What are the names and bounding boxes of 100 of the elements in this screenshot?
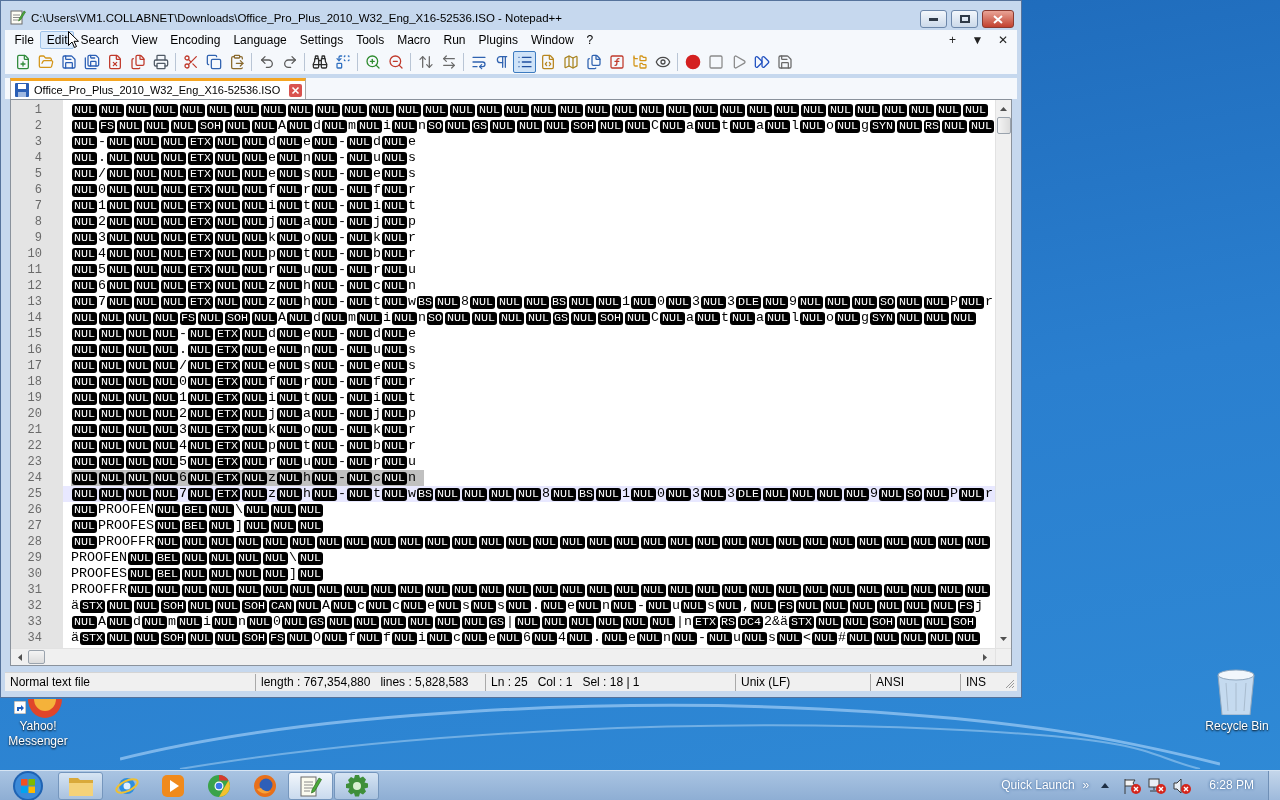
scroll-down-icon[interactable]	[1000, 637, 1007, 641]
code-line: NUL NUL NUL NUL 7 NUL ETX NUL z NUL h NUL - NUL t NUL w BS NUL NUL NUL NUL 8 NUL BS NUL 1 NUL 0 NUL 3 NUL 3 DLE NUL NUL NUL NUL 9 NUL SO NUL P NUL r	[71, 486, 993, 502]
line-number: 28	[27, 534, 42, 550]
menu-bar-button[interactable]: +	[944, 31, 961, 48]
line-number: 18	[27, 374, 42, 390]
line-number: 13	[27, 294, 42, 310]
function-icon	[608, 53, 625, 70]
code-line: PROOFEN NUL BEL NUL NUL NUL NUL \ NUL	[71, 550, 324, 566]
status-text: Normal text file	[10, 674, 91, 690]
close-button[interactable]	[982, 10, 1014, 28]
save-icon	[15, 83, 29, 97]
line-number: 15	[27, 326, 42, 342]
globe-icon	[253, 774, 276, 797]
line-number: 17	[27, 358, 42, 374]
scroll-left-icon[interactable]	[18, 653, 22, 661]
menu-item[interactable]: Macro	[390, 30, 437, 49]
line-number: 2	[34, 118, 42, 134]
menu-item[interactable]: Language	[226, 30, 294, 49]
folder-icon	[37, 53, 54, 70]
desktop-icon-label[interactable]: Recycle Bin	[1198, 719, 1276, 734]
line-number: 12	[27, 278, 42, 294]
code-line: NUL / NUL NUL NUL ETX NUL NUL e NUL s NUL - NUL e NUL s	[71, 166, 416, 182]
speaker-muted-icon[interactable]	[1173, 777, 1192, 794]
line-number: 34	[27, 630, 42, 646]
code-line: NUL . NUL NUL NUL ETX NUL NUL e NUL n NUL - NUL u NUL s	[71, 150, 416, 166]
fast-forward-icon	[753, 53, 770, 70]
menu-item[interactable]: ?	[580, 30, 600, 49]
code-line: NUL NUL NUL NUL / NUL ETX NUL e NUL s NUL - NUL e NUL s	[71, 358, 416, 374]
close-icon[interactable]	[289, 83, 303, 97]
code-line: NUL 4 NUL NUL NUL ETX NUL NUL p NUL t NUL - NUL b NUL r	[71, 246, 416, 262]
menu-item[interactable]: Plugins	[472, 30, 525, 49]
scrollbar-corner	[995, 648, 1011, 665]
menu-item[interactable]: Settings	[293, 30, 350, 49]
show-desktop-button[interactable]	[1268, 770, 1280, 800]
toolbar-button[interactable]	[513, 50, 536, 73]
code-line: NUL NUL NUL NUL NUL NUL NUL NUL NUL NUL NUL NUL NUL NUL NUL NUL NUL NUL NUL NUL NUL NUL NUL NUL NUL NUL NUL NUL NUL NUL NUL NUL NUL NUL	[71, 102, 989, 118]
status-text: ANSI	[876, 674, 904, 690]
show-hidden-icons-icon[interactable]	[1101, 783, 1110, 788]
line-number: 16	[27, 342, 42, 358]
maximize-button[interactable]	[951, 10, 978, 28]
resize-grip-icon[interactable]	[1005, 679, 1015, 689]
code-line: NUL 1 NUL NUL NUL ETX NUL NUL i NUL t NUL - NUL i NUL t	[71, 198, 416, 214]
line-number: 31	[27, 582, 42, 598]
code-line: NUL 6 NUL NUL NUL ETX NUL NUL z NUL h NUL - NUL c NUL n	[71, 278, 416, 294]
minimize-button[interactable]	[920, 10, 947, 28]
line-number: 6	[34, 182, 42, 198]
start-button[interactable]	[10, 770, 46, 800]
save-all-icon	[83, 53, 100, 70]
taskbar-button[interactable]	[334, 771, 379, 800]
notepad-icon	[299, 774, 322, 797]
code-line: NUL PROOFFR NUL NUL NUL NUL NUL NUL NUL NUL NUL NUL NUL NUL NUL NUL NUL NUL NUL NUL NUL NUL NUL NUL NUL NUL NUL NUL NUL NUL NUL NUL NUL	[71, 534, 991, 550]
folder-tree-icon	[631, 53, 648, 70]
menu-item[interactable]: File	[8, 30, 41, 49]
shortcut-arrow-icon	[14, 701, 26, 714]
menu-item[interactable]: Encoding	[163, 30, 227, 49]
left-right-arrows-icon	[440, 53, 457, 70]
file-tab[interactable]: Office_Pro_Plus_2010_W32_Eng_X16-52536.ISO	[10, 78, 307, 99]
code-line: ä STX NUL NUL SOH NUL NUL SOH FS NUL O NUL f NUL f NUL i NUL c NUL e NUL 6 NUL 4 NUL . NUL e NUL n NUL - NUL u NUL s NUL < NUL # NUL NUL NUL NUL NUL	[71, 630, 981, 646]
window-title: C:\Users\VM1.COLLABNET\Downloads\Office_Pro_Plus_2010_W32_Eng_X16-52536.ISO - Notepad++	[31, 11, 562, 26]
scrollbar-thumb[interactable]	[996, 117, 1011, 134]
menu-item[interactable]: Run	[437, 30, 473, 49]
line-number: 26	[27, 502, 42, 518]
round-app-icon[interactable]	[28, 699, 62, 718]
status-text: length : 767,354,880	[261, 674, 371, 690]
folder-icon	[68, 775, 93, 796]
taskbar-button[interactable]	[288, 771, 333, 800]
documents-icon	[585, 53, 602, 70]
new-file-icon	[14, 53, 31, 70]
line-number: 27	[27, 518, 42, 534]
line-number: 24	[27, 470, 42, 486]
scrollbar-thumb[interactable]	[28, 650, 45, 664]
menu-item[interactable]: View	[125, 30, 164, 49]
code-line: NUL NUL NUL NUL 0 NUL ETX NUL f NUL r NUL - NUL f NUL r	[71, 374, 416, 390]
vertical-scrollbar[interactable]	[995, 100, 1011, 648]
status-text: Col : 1	[537, 674, 573, 690]
recycle-bin-icon[interactable]	[1216, 667, 1256, 715]
scroll-right-icon[interactable]	[983, 653, 987, 661]
code-line: NUL 2 NUL NUL NUL ETX NUL NUL j NUL a NUL - NUL j NUL p	[71, 214, 416, 230]
minimize-icon	[929, 17, 938, 21]
clipboard-icon	[228, 53, 245, 70]
menu-bar-button[interactable]: ✕	[994, 31, 1011, 48]
status-text: INS	[966, 674, 986, 690]
binoculars-icon	[311, 53, 328, 70]
desktop-icon-label[interactable]: Yahoo! Messenger	[4, 719, 72, 749]
code-line: NUL NUL NUL NUL 5 NUL ETX NUL r NUL u NUL - NUL r NUL u	[71, 454, 416, 470]
network-warning-icon[interactable]	[1148, 777, 1167, 794]
line-number: 19	[27, 390, 42, 406]
line-number: 23	[27, 454, 42, 470]
scroll-up-icon[interactable]	[1000, 107, 1007, 111]
status-text: lines : 5,828,583	[380, 674, 469, 690]
menu-item[interactable]: Tools	[349, 30, 391, 49]
horizontal-scrollbar[interactable]	[11, 648, 995, 665]
line-number: 30	[27, 566, 42, 582]
line-number: 25	[27, 486, 42, 502]
menu-item[interactable]: Window	[524, 30, 581, 49]
undo-icon	[258, 53, 275, 70]
code-line: NUL 5 NUL NUL NUL ETX NUL NUL r NUL u NUL - NUL r NUL u	[71, 262, 416, 278]
code-line: ä STX NUL NUL SOH NUL NUL SOH CAN NUL A NUL c NUL c NUL e NUL s NUL s NUL . NUL e NUL n NUL - NUL u NUL s NUL , NUL FS NUL NUL NUL NUL NUL NUL FSj	[71, 598, 983, 614]
menu-bar-button[interactable]: ▼	[969, 31, 986, 48]
flag-warning-icon[interactable]	[1123, 777, 1142, 794]
